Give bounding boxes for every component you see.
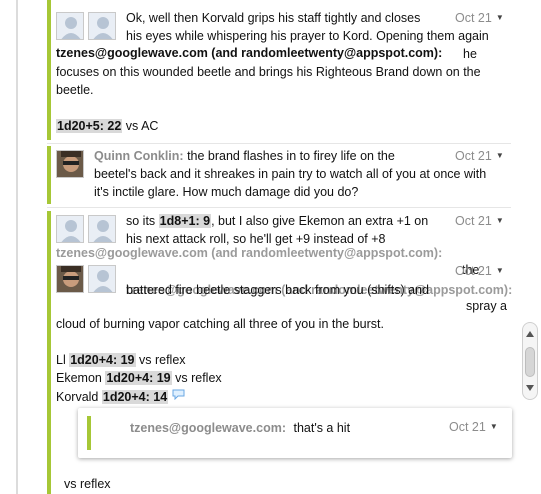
scrollbar[interactable] bbox=[522, 322, 538, 400]
blip-text: beetel's back and it shreakes in pain tr… bbox=[94, 167, 487, 181]
chevron-down-icon[interactable]: ▼ bbox=[496, 151, 504, 160]
roll-line: Korvald 1d20+4: 14 bbox=[56, 387, 185, 406]
scroll-up-icon[interactable] bbox=[526, 331, 534, 337]
blip-date[interactable]: Oct 21 ▼ bbox=[449, 420, 498, 434]
blip-border bbox=[87, 416, 91, 450]
blip-text: his eyes while whispering his prayer to … bbox=[126, 29, 489, 43]
dice-roll: 1d20+4: 19 bbox=[105, 371, 172, 385]
blip-text: cloud of burning vapor catching all thre… bbox=[56, 317, 384, 331]
avatar-photo bbox=[56, 150, 84, 178]
blip-border bbox=[47, 146, 51, 204]
thread-gutter bbox=[16, 0, 18, 494]
chevron-down-icon[interactable]: ▼ bbox=[496, 216, 504, 225]
avatar-placeholder bbox=[88, 215, 116, 243]
blip-border bbox=[47, 0, 51, 140]
blip-text: battered fire beetle staggers back from … bbox=[126, 283, 429, 297]
blip-text: beetle. bbox=[56, 83, 94, 97]
dice-roll: 1d20+4: 14 bbox=[101, 390, 169, 404]
blip-text: Ok, well then Korvald grips his staff ti… bbox=[126, 11, 421, 25]
separator bbox=[47, 143, 511, 144]
blip-date[interactable]: Oct 21 ▼ bbox=[455, 214, 504, 228]
blip-date[interactable]: Oct 21 ▼ bbox=[455, 264, 504, 278]
avatar-placeholder bbox=[56, 215, 84, 243]
blip-text: focuses on this wounded beetle and bring… bbox=[56, 65, 481, 79]
blip-date[interactable]: Oct 21 ▼ bbox=[455, 11, 504, 25]
reply-bubble-icon[interactable] bbox=[172, 387, 185, 401]
avatar-placeholder bbox=[88, 12, 116, 40]
blip-author: Quinn Conklin: bbox=[94, 149, 184, 163]
dice-roll: 1d8+1: 9 bbox=[158, 214, 212, 228]
scroll-down-icon[interactable] bbox=[526, 385, 534, 391]
blip-header: Quinn Conklin: the brand flashes in to f… bbox=[94, 149, 395, 163]
reply-content: tzenes@googlewave.com: that's a hit bbox=[130, 421, 351, 435]
blip-date[interactable]: Oct 21 ▼ bbox=[455, 149, 504, 163]
blip-text: spray a bbox=[466, 299, 507, 313]
avatar-placeholder bbox=[88, 265, 116, 293]
chevron-down-icon[interactable]: ▼ bbox=[490, 422, 498, 431]
chevron-down-icon[interactable]: ▼ bbox=[496, 13, 504, 22]
chevron-down-icon[interactable]: ▼ bbox=[496, 266, 504, 275]
blip-text: so its 1d8+1: 9, but I also give Ekemon … bbox=[126, 214, 429, 228]
roll-line: Ekemon 1d20+4: 19 vs reflex bbox=[56, 371, 222, 385]
scroll-thumb[interactable] bbox=[525, 347, 535, 377]
separator bbox=[47, 207, 511, 208]
inline-reply[interactable]: tzenes@googlewave.com: that's a hit Oct … bbox=[78, 408, 512, 458]
blip-authors: tzenes@googlewave.com (and randomleetwen… bbox=[56, 46, 443, 60]
roll-line: 1d20+5: 22 vs AC bbox=[56, 119, 159, 133]
blip-authors: tzenes@googlewave.com (and randomleetwen… bbox=[56, 246, 443, 260]
blip-text: it's inctile glare. How much damage did … bbox=[94, 185, 359, 199]
blip-border bbox=[47, 211, 51, 494]
roll-line: Ll 1d20+4: 19 vs reflex bbox=[56, 353, 186, 367]
blip-text: he bbox=[463, 47, 477, 61]
avatar-photo bbox=[56, 265, 84, 293]
dice-roll: 1d20+4: 19 bbox=[69, 353, 136, 367]
blip-text: vs reflex bbox=[64, 477, 111, 491]
dice-roll: 1d20+5: 22 bbox=[56, 119, 123, 133]
avatar-placeholder bbox=[56, 12, 84, 40]
blip-author: tzenes@googlewave.com: bbox=[130, 421, 286, 435]
